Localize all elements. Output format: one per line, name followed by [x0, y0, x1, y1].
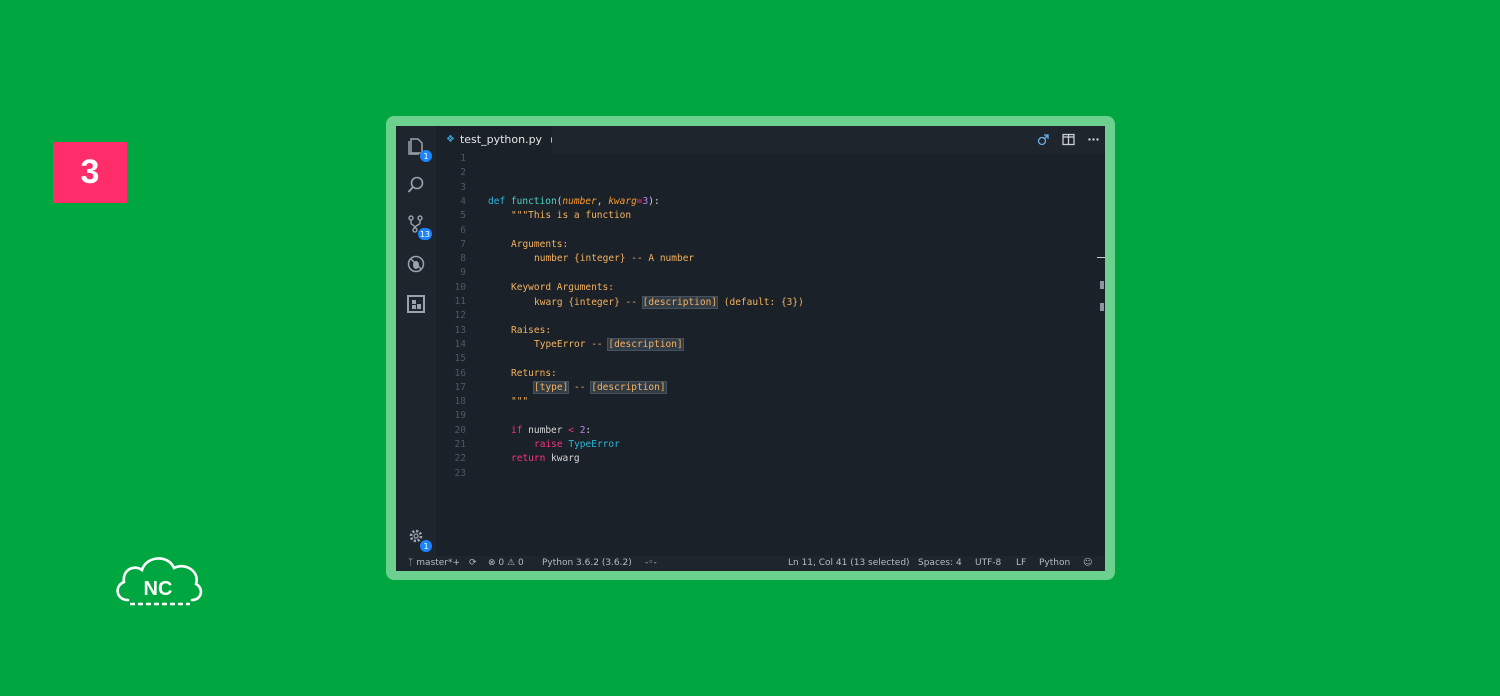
editor-actions	[1036, 132, 1101, 147]
open-changes-button[interactable]	[1036, 132, 1051, 147]
code-line: 14 TypeError -- [description]	[454, 337, 684, 351]
code-line: 10 Keyword Arguments:	[454, 281, 614, 293]
code-line: 6	[460, 224, 466, 236]
split-editor-button[interactable]	[1061, 132, 1076, 147]
more-actions-button[interactable]	[1086, 132, 1101, 147]
debug-icon	[407, 255, 425, 273]
eol-status[interactable]: LF	[1016, 556, 1026, 571]
language-mode[interactable]: Python	[1039, 556, 1070, 571]
unsaved-dot-icon[interactable]	[551, 136, 552, 143]
code-line: 5 """This is a function	[460, 210, 632, 222]
smiley-icon: ☺	[1083, 558, 1093, 568]
code-line: 23	[454, 467, 466, 479]
split-editor-icon	[1062, 133, 1075, 146]
search-button[interactable]	[402, 171, 430, 199]
status-bar: ᛉ master*+ ⟳ ⊗ 0 ⚠ 0 Python 3.6.2 (3.6.2…	[396, 556, 1105, 571]
live-icon: -◦-	[645, 558, 657, 568]
code-line: 22 return kwarg	[454, 453, 580, 465]
code-line: 3	[460, 181, 466, 193]
debug-button[interactable]	[402, 250, 430, 278]
cursor-position[interactable]: Ln 11, Col 41 (13 selected)	[788, 556, 910, 571]
sync-button[interactable]: ⟳	[469, 556, 477, 571]
snippet-placeholder[interactable]: [description]	[590, 380, 667, 394]
explorer-button[interactable]: 1	[402, 132, 432, 162]
settings-badge: 1	[420, 540, 432, 552]
snippet-placeholder[interactable]: [type]	[532, 380, 570, 394]
source-control-badge: 13	[417, 228, 432, 240]
warning-icon: ⚠	[507, 558, 516, 568]
step-number-badge: 3	[53, 142, 127, 203]
code-line: 20 if number < 2:	[454, 424, 592, 436]
activity-bar: 1 13 1	[396, 126, 436, 556]
code-line: 21 raise TypeError	[454, 439, 620, 450]
code-line: 12	[454, 310, 466, 322]
tab-bar: ❖ test_python.py	[436, 126, 1105, 153]
problems-status[interactable]: ⊗ 0 ⚠ 0	[488, 556, 524, 571]
source-control-button[interactable]: 13	[402, 210, 432, 240]
tab-test-python[interactable]: ❖ test_python.py	[436, 126, 552, 153]
tab-filename: test_python.py	[459, 133, 543, 146]
error-icon: ⊗	[488, 558, 496, 568]
open-changes-icon	[1037, 134, 1049, 146]
feedback-button[interactable]: ☺	[1083, 556, 1092, 571]
editor-window: 1 13 1 ❖ test_python.py 1 2 3 4 def func…	[396, 126, 1105, 571]
more-dots-icon	[1088, 138, 1099, 141]
snippet-placeholder[interactable]: [description]	[607, 337, 684, 351]
snippet-placeholder[interactable]: [description]	[641, 296, 719, 309]
python-interpreter[interactable]: Python 3.6.2 (3.6.2)	[542, 556, 632, 571]
extensions-icon	[407, 295, 425, 313]
code-line: 2	[460, 167, 466, 179]
code-line: 13 Raises:	[454, 324, 552, 336]
code-line: 8 number {integer} -- A number	[460, 253, 695, 265]
branch-icon: ᛉ	[408, 558, 414, 568]
code-line: 15	[454, 353, 466, 365]
search-icon	[407, 176, 424, 193]
code-line: 19	[454, 410, 466, 422]
branch-status[interactable]: ᛉ master*+	[408, 556, 460, 571]
code-line: 17 [type] -- [description]	[454, 380, 667, 394]
code-line: 4 def function(number, kwarg=3):	[460, 195, 660, 207]
nc-cloud-logo: NC	[116, 557, 203, 606]
code-editor[interactable]: 1 2 3 4 def function(number, kwarg=3): 5 "…	[436, 153, 1105, 556]
code-line: 16 Returns:	[454, 367, 557, 379]
code-line: 18 """	[454, 396, 529, 408]
settings-button[interactable]: 1	[402, 522, 432, 552]
live-share-button[interactable]: -◦-	[645, 556, 657, 571]
python-file-icon: ❖	[446, 134, 455, 145]
code-line: 9	[460, 267, 466, 279]
explorer-badge: 1	[420, 150, 432, 162]
logo-text: NC	[144, 578, 173, 600]
code-line: 11 kwarg {integer} -- [description] (defa…	[454, 296, 804, 309]
code-line: 1	[460, 153, 466, 164]
indentation-status[interactable]: Spaces: 4	[918, 556, 962, 571]
encoding-status[interactable]: UTF-8	[975, 556, 1001, 571]
code-line: 7 Arguments:	[460, 238, 569, 250]
extensions-button[interactable]	[402, 290, 430, 318]
sync-icon: ⟳	[469, 558, 477, 568]
